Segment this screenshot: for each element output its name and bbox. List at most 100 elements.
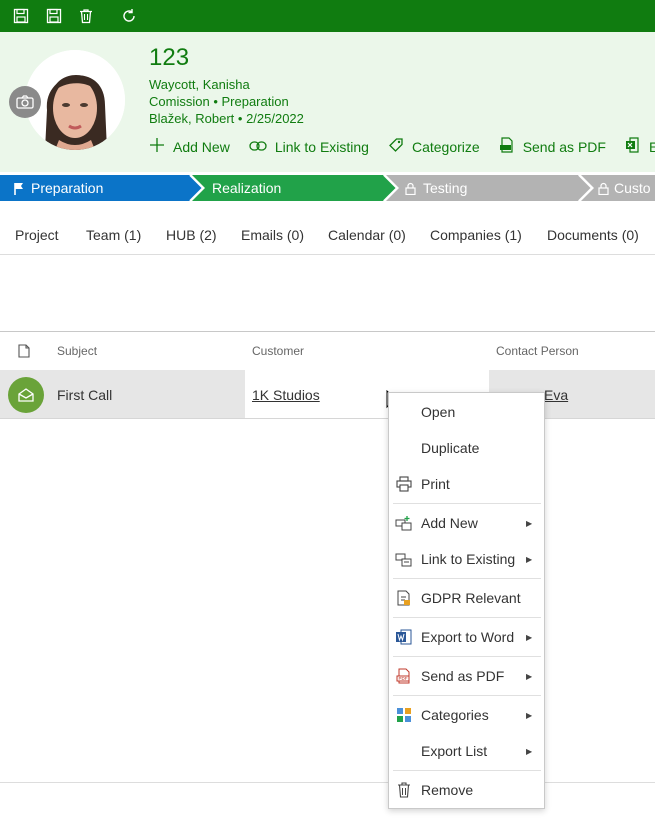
plus-icon	[149, 137, 173, 156]
tab-project[interactable]: Project	[15, 227, 59, 243]
menu-separator	[393, 770, 541, 771]
link-existing-label: Link to Existing	[274, 138, 369, 155]
submenu-arrow-icon: ▶	[526, 746, 533, 756]
svg-text:PDF: PDF	[399, 676, 408, 681]
categorize-label: Categorize	[411, 138, 480, 155]
record-type-line: Comission • Preparation	[149, 94, 289, 109]
menu-separator	[393, 617, 541, 618]
document-icon	[18, 344, 30, 363]
export-button[interactable]: Ex	[625, 137, 655, 156]
row-customer-link[interactable]: 1K Studios	[252, 387, 320, 403]
menu-separator	[393, 503, 541, 504]
column-customer[interactable]: Customer	[252, 344, 304, 358]
gdpr-icon	[395, 589, 413, 607]
tab-companies[interactable]: Companies (1)	[430, 227, 522, 243]
stage-label: Testing	[423, 180, 468, 196]
tab-emails[interactable]: Emails (0)	[241, 227, 304, 243]
column-contact-person[interactable]: Contact Person	[496, 344, 579, 358]
send-pdf-label: Send as PDF	[522, 138, 606, 155]
grid-bottom-border	[0, 782, 655, 783]
menu-item-add-new[interactable]: Add New ▶	[389, 507, 544, 539]
menu-separator	[393, 578, 541, 579]
lock-icon	[598, 182, 609, 195]
header-actions: Add New Link to Existing Categorize Send…	[149, 137, 655, 156]
menu-separator	[393, 656, 541, 657]
record-header: 123 Waycott, Kanisha Comission • Prepara…	[0, 32, 655, 172]
bullet-separator: •	[237, 111, 247, 126]
menu-label: Send as PDF	[421, 668, 505, 684]
context-menu: Open Duplicate Print Add New ▶ Link to E…	[388, 392, 545, 809]
pdf-icon: PDF	[395, 667, 413, 685]
record-title: 123	[149, 44, 190, 71]
menu-item-export-list[interactable]: Export List ▶	[389, 735, 544, 767]
refresh-icon[interactable]	[119, 6, 139, 26]
categories-icon	[395, 706, 413, 724]
link-existing-button[interactable]: Link to Existing	[249, 137, 369, 156]
record-responsible-line: Blažek, Robert • 2/25/2022	[149, 111, 304, 126]
record-responsible[interactable]: Blažek, Robert	[149, 111, 234, 126]
menu-label: Categories	[421, 707, 489, 723]
tab-team[interactable]: Team (1)	[86, 227, 141, 243]
menu-item-remove[interactable]: Remove	[389, 774, 544, 806]
menu-label: Remove	[421, 782, 474, 798]
tab-documents[interactable]: Documents (0)	[547, 227, 639, 243]
menu-item-open[interactable]: Open	[389, 396, 544, 428]
add-new-label: Add New	[173, 138, 230, 155]
record-owner[interactable]: Waycott, Kanisha	[149, 77, 250, 92]
menu-item-categories[interactable]: Categories ▶	[389, 699, 544, 731]
stage-preparation[interactable]: Preparation	[13, 175, 103, 201]
row-contact-link[interactable]: Eva	[544, 387, 568, 403]
stage-realization[interactable]: Realization	[212, 175, 281, 201]
stage-label: Realization	[212, 180, 282, 196]
menu-label: Open	[421, 404, 456, 420]
menu-label: GDPR Relevant	[421, 590, 521, 606]
categorize-button[interactable]: Categorize	[388, 137, 480, 156]
delete-icon[interactable]	[76, 6, 96, 26]
menu-label: Add New	[421, 515, 478, 531]
column-subject[interactable]: Subject	[57, 344, 97, 358]
menu-label: Export List	[421, 743, 488, 759]
excel-icon	[625, 137, 649, 156]
save-icon[interactable]	[44, 6, 64, 26]
menu-label: Duplicate	[421, 440, 480, 456]
grid-top-border	[0, 331, 655, 332]
open-envelope-icon[interactable]	[8, 377, 44, 413]
menu-item-export-word[interactable]: Export to Word ▶	[389, 621, 544, 653]
trash-icon	[395, 781, 413, 799]
row-subject[interactable]: First Call	[57, 387, 112, 403]
record-date: 2/25/2022	[246, 111, 304, 126]
camera-icon[interactable]	[9, 86, 41, 118]
menu-item-send-pdf[interactable]: PDF Send as PDF ▶	[389, 660, 544, 692]
stage-custom[interactable]: Custo	[598, 175, 651, 201]
link-icon	[249, 139, 275, 155]
save-close-icon[interactable]	[11, 6, 31, 26]
record-type: Comission	[149, 94, 210, 109]
tab-calendar[interactable]: Calendar (0)	[328, 227, 406, 243]
menu-item-duplicate[interactable]: Duplicate	[389, 432, 544, 464]
stage-bar: Preparation Realization Testing Custo	[0, 175, 655, 201]
add-new-button[interactable]: Add New	[149, 137, 230, 156]
print-icon	[395, 475, 413, 493]
tab-hub[interactable]: HUB (2)	[166, 227, 217, 243]
flag-icon	[13, 182, 25, 195]
menu-label: Print	[421, 476, 450, 492]
menu-separator	[393, 695, 541, 696]
word-icon	[395, 628, 413, 646]
submenu-arrow-icon: ▶	[526, 671, 533, 681]
pdf-icon	[499, 137, 523, 156]
add-new-icon	[395, 514, 413, 532]
submenu-arrow-icon: ▶	[526, 554, 533, 564]
menu-item-print[interactable]: Print	[389, 468, 544, 500]
stage-label: Custo	[614, 180, 651, 196]
menu-item-link-existing[interactable]: Link to Existing ▶	[389, 543, 544, 575]
record-type-stage: Preparation	[221, 94, 289, 109]
submenu-arrow-icon: ▶	[526, 632, 533, 642]
stage-label: Preparation	[31, 180, 104, 196]
menu-item-gdpr[interactable]: GDPR Relevant	[389, 582, 544, 614]
send-pdf-button[interactable]: Send as PDF	[499, 137, 606, 156]
export-label: Ex	[648, 138, 655, 155]
menu-label: Link to Existing	[421, 551, 516, 567]
stage-testing[interactable]: Testing	[405, 175, 467, 201]
submenu-arrow-icon: ▶	[526, 518, 533, 528]
tag-icon	[388, 137, 412, 156]
